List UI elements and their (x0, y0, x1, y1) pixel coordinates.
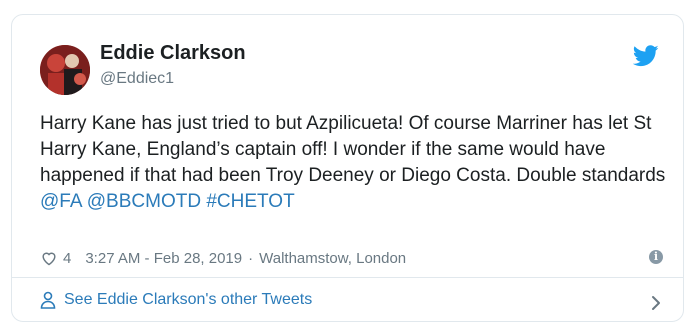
tweet-text: Harry Kane has just tried to but Azpilic… (40, 111, 670, 215)
tweet-location[interactable]: Walthamstow, London (259, 250, 406, 267)
embedded-tweet-card[interactable]: Eddie Clarkson @Eddiec1 Harry Kane has j… (11, 14, 684, 322)
author-name[interactable]: Eddie Clarkson (100, 42, 246, 65)
like-count[interactable]: 4 (63, 250, 71, 267)
other-tweets-label[interactable]: See Eddie Clarkson's other Tweets (64, 291, 312, 309)
avatar-image (40, 45, 90, 95)
twitter-bird-icon[interactable] (633, 45, 659, 67)
mention-fa[interactable]: @FA (40, 191, 81, 212)
info-icon[interactable]: i (649, 250, 663, 264)
tweet-meta: 4 3:27 AM - Feb 28, 2019 · Walthamstow, … (40, 247, 406, 269)
mention-bbcmotd[interactable]: @BBCMOTD (87, 191, 201, 212)
divider (12, 277, 683, 278)
heart-icon[interactable] (40, 250, 58, 266)
tweet-body: Harry Kane has just tried to but Azpilic… (40, 113, 666, 186)
avatar[interactable] (40, 45, 90, 95)
chevron-right-icon[interactable] (650, 295, 662, 311)
hashtag-chetot[interactable]: #CHETOT (206, 191, 294, 212)
meta-separator: · (248, 249, 254, 267)
person-icon (40, 291, 56, 309)
tweet-timestamp[interactable]: 3:27 AM - Feb 28, 2019 (85, 250, 242, 267)
author-handle[interactable]: @Eddiec1 (100, 70, 174, 88)
other-tweets-link[interactable]: See Eddie Clarkson's other Tweets (40, 287, 670, 313)
